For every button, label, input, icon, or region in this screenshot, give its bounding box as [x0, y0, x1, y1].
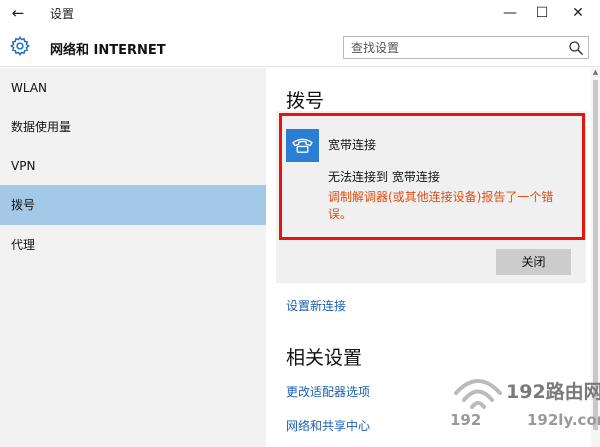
watermark-logo: 192路由网 192 192ly.com: [448, 371, 600, 443]
close-window-button[interactable]: ✕: [563, 2, 593, 24]
search-box: [343, 36, 589, 59]
settings-header: 网络和 INTERNET: [0, 27, 600, 67]
sidebar: WLAN 数据使用量 VPN 拨号 代理: [0, 68, 266, 447]
scroll-up-arrow-icon[interactable]: ▲: [591, 68, 600, 77]
search-input[interactable]: [344, 37, 564, 58]
sidebar-item-proxy[interactable]: 代理: [0, 225, 266, 265]
sidebar-item-wlan[interactable]: WLAN: [0, 68, 266, 108]
network-sharing-center-link[interactable]: 网络和共享中心: [286, 417, 370, 434]
page-title: 网络和 INTERNET: [50, 43, 166, 58]
watermark-sub-left: 192: [450, 411, 482, 429]
setup-new-connection-link[interactable]: 设置新连接: [286, 297, 346, 314]
dialup-heading: 拨号: [286, 90, 325, 112]
sidebar-item-dialup[interactable]: 拨号: [0, 185, 266, 225]
change-adapter-options-link[interactable]: 更改适配器选项: [286, 383, 370, 400]
watermark-sub-right: 192ly.com: [527, 411, 600, 429]
gear-icon: [10, 35, 30, 57]
phone-icon: [292, 138, 313, 153]
wifi-watermark-icon: [454, 379, 502, 409]
connection-status: 无法连接到 宽带连接: [328, 170, 440, 184]
close-button[interactable]: 关闭: [496, 249, 571, 275]
window-title: 设置: [50, 7, 75, 21]
back-arrow-icon[interactable]: ←: [8, 3, 28, 23]
minimize-button[interactable]: —: [495, 2, 525, 24]
sidebar-item-vpn[interactable]: VPN: [0, 146, 266, 186]
dialup-connection-icon: [286, 129, 319, 162]
maximize-button[interactable]: ☐: [527, 2, 557, 24]
connection-name: 宽带连接: [328, 138, 377, 152]
sidebar-item-data-usage[interactable]: 数据使用量: [0, 107, 266, 147]
search-icon[interactable]: [568, 40, 584, 56]
title-bar: ← 设置 — ☐ ✕: [0, 0, 600, 27]
watermark-title: 192路由网: [506, 381, 600, 403]
connection-error-message: 调制解调器(或其他连接设备)报告了一个错误。: [328, 190, 554, 221]
related-settings-heading: 相关设置: [286, 347, 363, 369]
